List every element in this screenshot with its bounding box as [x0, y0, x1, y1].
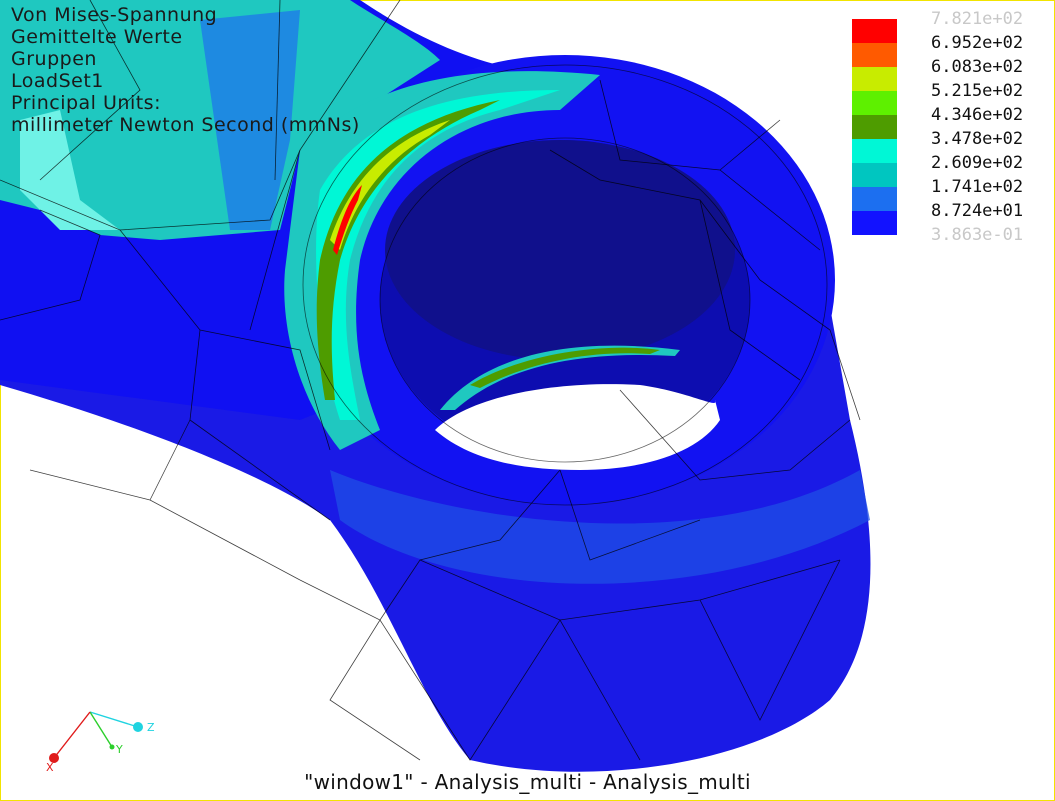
result-title: Von Mises-Spannung [11, 4, 218, 26]
legend-swatch-5 [852, 115, 897, 139]
legend-swatch-8 [852, 187, 897, 211]
legend-label-4: 5.215e+02 [931, 81, 1024, 101]
result-units-heading: Principal Units: [11, 92, 161, 114]
result-units: millimeter Newton Second (mmNs) [11, 114, 360, 136]
triad-z-label: Z [147, 721, 155, 734]
legend-label-6: 3.478e+02 [931, 129, 1024, 149]
triad-y-marker [109, 744, 115, 750]
legend-swatch-1 [852, 19, 897, 43]
triad-x-axis [53, 711, 91, 759]
legend-swatch-3 [852, 67, 897, 91]
legend-label-9: 8.724e+01 [931, 201, 1024, 221]
legend-swatch-4 [852, 91, 897, 115]
legend-swatch-7 [852, 163, 897, 187]
legend-swatch-2 [852, 43, 897, 67]
legend-label-7: 2.609e+02 [931, 153, 1024, 173]
bore-upper-shadow [385, 140, 735, 360]
legend-label-3: 6.083e+02 [931, 57, 1024, 77]
triad-z-marker [133, 722, 143, 732]
result-averaging: Gemittelte Werte [11, 26, 183, 48]
legend-label-8: 1.741e+02 [931, 177, 1024, 197]
legend-label-2: 6.952e+02 [931, 33, 1024, 53]
result-loadset: LoadSet1 [11, 70, 104, 92]
legend-swatch-9 [852, 211, 897, 235]
legend-label-10: 3.863e-01 [931, 225, 1024, 245]
window-caption: "window1" - Analysis_multi - Analysis_mu… [304, 770, 751, 794]
coordinate-triad: Z Y X [46, 711, 155, 774]
result-group: Gruppen [11, 48, 97, 70]
legend-label-1: 7.821e+02 [931, 9, 1024, 29]
triad-y-label: Y [115, 743, 123, 756]
legend-label-5: 4.346e+02 [931, 105, 1024, 125]
legend-swatch-6 [852, 139, 897, 163]
